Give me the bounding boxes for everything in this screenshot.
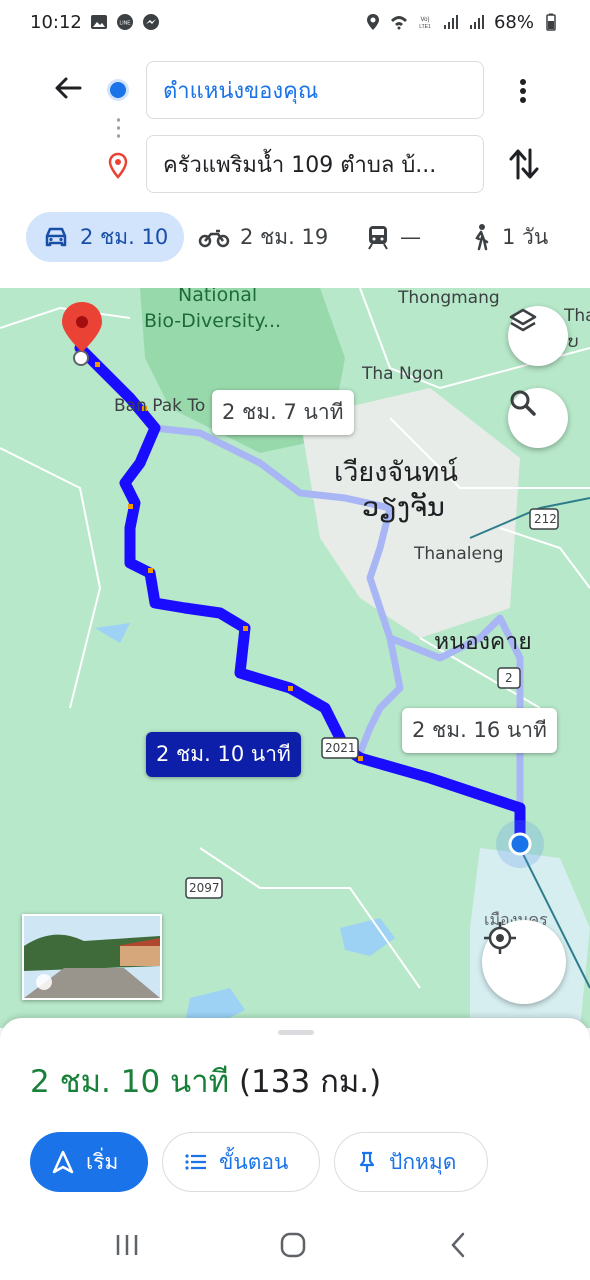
signal-icon [443, 15, 458, 29]
back-arrow-icon[interactable] [48, 68, 88, 108]
map-label-thongmang: Thongmang [398, 288, 500, 308]
train-icon [368, 226, 388, 250]
crosshair-icon [484, 922, 516, 954]
map-label-lao-edge: ບ [568, 332, 579, 352]
road-shield-212: 212 [534, 512, 557, 526]
car-icon [45, 227, 67, 247]
origin-text: ตำแหน่งของคุณ [163, 78, 319, 104]
road-shield-2: 2 [505, 671, 513, 685]
map-label-thanaleng: Thanaleng [414, 544, 504, 564]
layers-icon [509, 308, 537, 332]
steps-button[interactable]: ขั้นตอน [162, 1132, 320, 1192]
mode-transit-time: — [400, 225, 421, 249]
location-icon [366, 14, 379, 30]
search-icon [510, 390, 536, 416]
back-nav-icon[interactable] [446, 1230, 470, 1260]
system-nav-bar [0, 1208, 590, 1280]
map-label-park: National [178, 288, 258, 306]
directions-header: ตำแหน่งของคุณ ครัวแพริมน้ำ 109 ตำบล บ้..… [0, 44, 590, 288]
navigation-arrow-icon [52, 1150, 74, 1174]
route-time-bubble-alt1[interactable]: 2 ชม. 7 นาที [212, 390, 354, 435]
map-label-tha: Tha [564, 306, 590, 326]
route-time-bubble-alt2[interactable]: 2 ชม. 16 นาที [402, 708, 557, 753]
mode-transit-tab[interactable]: — [366, 212, 421, 262]
road-shield-2021: 2021 [325, 741, 356, 755]
motorcycle-icon [198, 229, 230, 248]
summary-duration: 2 ชม. 10 นาที [30, 1064, 230, 1100]
mode-walk-tab[interactable]: 1 วัน [470, 212, 548, 262]
sheet-drag-handle[interactable] [278, 1030, 314, 1035]
layers-button[interactable] [508, 306, 568, 366]
destination-marker-icon [62, 302, 102, 366]
water-body [340, 918, 395, 956]
pin-button[interactable]: ปักหมุด [334, 1132, 488, 1192]
mode-motorcycle-time: 2 ชม. 19 [240, 224, 329, 249]
route-time-alt1: 2 ชม. 7 นาที [222, 400, 344, 424]
route-time-selected: 2 ชม. 10 นาที [156, 742, 291, 766]
mode-motorcycle-tab[interactable]: 2 ชม. 19 [198, 212, 328, 262]
map-label-thangon: Tha Ngon [362, 364, 444, 384]
gallery-icon [90, 15, 107, 29]
battery-icon [546, 13, 556, 31]
mode-car-tab[interactable]: 2 ชม. 10 [26, 212, 185, 262]
start-label: เริ่ม [86, 1149, 119, 1174]
volte-icon: Vo)LTE1 [419, 17, 431, 30]
pushpin-icon [359, 1151, 375, 1172]
map-view[interactable]: National Bio-Diversity... Thongmang Tha … [0, 288, 590, 1028]
current-location-dot [508, 832, 532, 856]
walk-icon [475, 224, 489, 251]
swap-icon[interactable] [506, 144, 542, 184]
pin-label: ปักหมุด [389, 1149, 457, 1174]
summary-distance: (133 กม.) [238, 1064, 382, 1100]
svg-text:LINE: LINE [119, 21, 131, 27]
recenter-button[interactable] [482, 920, 566, 1004]
battery-level: 68% [493, 11, 534, 33]
origin-field[interactable]: ตำแหน่งของคุณ [146, 61, 484, 119]
steps-label: ขั้นตอน [219, 1149, 289, 1174]
destination-pin-icon [108, 152, 128, 179]
street-view-image [24, 916, 160, 998]
recent-apps-icon[interactable] [112, 1232, 142, 1258]
search-map-button[interactable] [508, 388, 568, 448]
list-icon [185, 1154, 206, 1170]
status-bar: 10:12 LINE Vo) LTE1 68% [0, 0, 590, 44]
start-navigation-button[interactable]: เริ่ม [30, 1132, 148, 1192]
map-label-nongkhai: หนองคาย [434, 629, 532, 655]
route-summary: 2 ชม. 10 นาที (133 กม.) [30, 1056, 381, 1106]
origin-dot-icon [110, 82, 126, 98]
route-time-bubble-selected[interactable]: 2 ชม. 10 นาที [146, 732, 301, 777]
route-time-alt2: 2 ชม. 16 นาที [412, 718, 547, 742]
signal-icon [469, 15, 484, 29]
route-connector [117, 116, 120, 142]
svg-text:LTE1: LTE1 [419, 24, 431, 30]
messenger-icon [142, 14, 159, 30]
mode-walk-time: 1 วัน [502, 224, 549, 249]
map-label-banpak: Ban Pak To [114, 396, 206, 416]
mode-car-time: 2 ชม. 10 [80, 224, 169, 249]
home-icon[interactable] [278, 1230, 308, 1260]
map-label-vientiane-thai: เวียงจันทน์ [334, 457, 458, 488]
water-body [95, 623, 130, 643]
map-label-vientiane-lao: ວຽງຈັນ [362, 492, 445, 523]
travel-mode-tabs: 2 ชม. 10 2 ชม. 19 — 1 วัน [0, 212, 590, 268]
street-view-thumbnail[interactable] [22, 914, 162, 1000]
destination-field[interactable]: ครัวแพริมน้ำ 109 ตำบล บ้... [146, 135, 484, 193]
line-icon: LINE [116, 14, 133, 30]
wifi-icon [390, 16, 407, 30]
status-time: 10:12 [30, 11, 82, 33]
svg-text:Vo): Vo) [420, 17, 429, 23]
map-label-park-name: Bio-Diversity... [144, 310, 282, 332]
destination-text: ครัวแพริมน้ำ 109 ตำบล บ้... [163, 152, 437, 178]
road-shield-2097: 2097 [189, 881, 220, 895]
more-options-icon[interactable] [508, 74, 538, 108]
